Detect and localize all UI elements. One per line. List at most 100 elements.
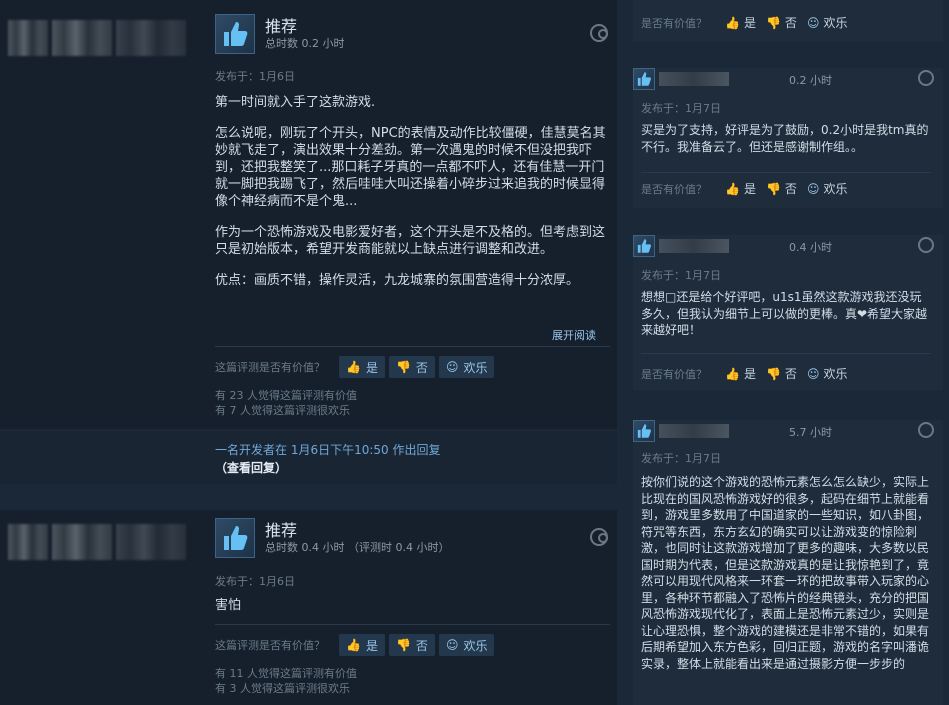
review-body: 第一时间就入手了这款游戏. 怎么说呢，刚玩了个开头，NPC的表情及动作比较僵硬，… <box>215 94 610 303</box>
steam-icon <box>918 422 934 438</box>
vote-yes-button[interactable]: 👍 是 <box>339 634 385 656</box>
posted-date: 发布于：1月7日 <box>641 269 721 282</box>
review-paragraph: 作为一个恐怖游戏及电影爱好者，这个开头是不及格的。但考虑到这只是初始版本，希望开… <box>215 225 606 257</box>
vote-funny-button[interactable]: ☺ 欢乐 <box>807 365 848 382</box>
review-body: 买是为了支持，好评是为了鼓励，0.2小时是我tm真的不行。我准备云了。但还是感谢… <box>641 123 929 154</box>
review-header: 推荐 总时数 0.2 小时 <box>215 14 345 54</box>
view-reply-link[interactable]: （查看回复） <box>215 459 287 476</box>
vote-yes-button[interactable]: 👍 是 <box>725 365 756 382</box>
vote-no-button[interactable]: 👎 否 <box>388 356 435 378</box>
thumbs-up-icon: 👍 <box>346 638 361 652</box>
divider <box>215 624 610 625</box>
steam-icon <box>918 237 934 253</box>
review-card-small: 是否有价值？ 👍 是 👎 否 ☺ 欢乐 <box>633 0 943 42</box>
developer-reply-line: 一名开发者在 1月6日下午10:50 作出回复 <box>215 443 441 457</box>
review-paragraph: 怎么说呢，刚玩了个开头，NPC的表情及动作比较僵硬，佳慧莫名其妙就飞走了，演出效… <box>215 126 606 209</box>
funny-count: 有 3 人觉得这篇评测很欢乐 <box>215 682 350 695</box>
thumbs-down-icon: 👎 <box>395 360 411 374</box>
thumbs-up-icon <box>633 235 655 257</box>
vote-no-button[interactable]: 👎 否 <box>766 14 797 31</box>
helpful-count: 有 23 人觉得这篇评测有价值 <box>215 389 357 402</box>
review-paragraph: 第一时间就入手了这款游戏. <box>215 95 376 110</box>
vote-yes-button[interactable]: 👍 是 <box>725 180 756 197</box>
vote-funny-button[interactable]: ☺ 欢乐 <box>438 634 495 656</box>
review-header: 5.7 小时 <box>633 420 943 442</box>
thumbs-up-icon: 👍 <box>725 15 740 30</box>
thumbs-down-icon: 👎 <box>765 366 781 381</box>
smiley-icon: ☺ <box>806 366 820 381</box>
thumbs-up-icon <box>215 518 255 558</box>
review-body: 想想□还是给个好评吧，u1s1虽然这款游戏我还没玩多久，但我认为细节上可以做的更… <box>641 290 928 337</box>
playtime: 5.7 小时 <box>789 426 832 439</box>
vote-funny-button[interactable]: ☺ 欢乐 <box>438 356 495 378</box>
vote-no-button[interactable]: 👎 否 <box>388 634 435 656</box>
review-body: 按你们说的这个游戏的恐怖元素怎么怎么缺少，实际上比现在的国风恐怖游戏好的很多，起… <box>641 475 930 671</box>
recommend-label: 推荐 <box>265 16 298 36</box>
divider <box>215 346 610 347</box>
vote-funny-button[interactable]: ☺ 欢乐 <box>807 180 848 197</box>
reviewer-avatar[interactable] <box>8 18 198 58</box>
posted-date: 发布于：1月7日 <box>641 102 721 115</box>
review-body: 害怕 <box>215 598 242 613</box>
funny-count: 有 7 人觉得这篇评测很欢乐 <box>215 404 350 417</box>
vote-no-button[interactable]: 👎 否 <box>766 180 797 197</box>
recent-reviews-column: 是否有价值？ 👍 是 👎 否 ☺ 欢乐 0.2 小时 发布于：1月7日 买是为了支持，… <box>625 0 949 705</box>
review-card: 推荐 总时数 0.4 小时 （评测时 0.4 小时） 发布于：1月6日 害怕 这… <box>0 510 617 705</box>
review-header: 推荐 总时数 0.4 小时 （评测时 0.4 小时） <box>215 518 449 558</box>
steam-icon <box>918 70 934 86</box>
steam-icon <box>590 24 608 42</box>
smiley-icon: ☺ <box>445 638 459 652</box>
posted-date: 发布于：1月7日 <box>641 452 721 465</box>
review-header: 0.2 小时 <box>633 68 943 90</box>
vote-bar: 是否有价值？ 👍 是 👎 否 ☺ 欢乐 <box>641 180 847 197</box>
helpful-question: 是否有价值？ <box>641 182 707 196</box>
reviewer-name[interactable] <box>659 239 729 253</box>
reviews-column: 推荐 总时数 0.2 小时 发布于：1月6日 第一时间就入手了这款游戏. 怎么说… <box>0 0 617 705</box>
thumbs-down-icon: 👎 <box>765 15 781 30</box>
thumbs-up-icon: 👍 <box>725 366 740 381</box>
posted-date: 发布于：1月6日 <box>215 70 295 83</box>
vote-bar: 是否有价值？ 👍 是 👎 否 ☺ 欢乐 <box>641 14 847 31</box>
helpful-question: 这篇评测是否有价值？ <box>215 639 325 652</box>
text-fade <box>215 295 610 325</box>
vote-bar: 这篇评测是否有价值？ 👍 是 👎 否 ☺ 欢乐 <box>215 634 495 656</box>
thumbs-up-icon <box>633 68 655 90</box>
review-card-small: 0.2 小时 发布于：1月7日 买是为了支持，好评是为了鼓励，0.2小时是我tm… <box>633 68 943 208</box>
review-card-small: 5.7 小时 发布于：1月7日 按你们说的这个游戏的恐怖元素怎么怎么缺少，实际上… <box>633 420 943 705</box>
steam-icon <box>590 528 608 546</box>
helpful-question: 这篇评测是否有价值？ <box>215 361 325 374</box>
thumbs-down-icon: 👎 <box>395 638 411 652</box>
expand-link[interactable]: 展开阅读 <box>552 327 596 343</box>
helpful-question: 是否有价值？ <box>641 16 707 30</box>
smiley-icon: ☺ <box>806 181 820 196</box>
helpful-question: 是否有价值？ <box>641 367 707 381</box>
playtime: 0.4 小时 <box>789 241 832 254</box>
vote-yes-button[interactable]: 👍 是 <box>339 356 385 378</box>
vote-yes-button[interactable]: 👍 是 <box>725 14 756 31</box>
thumbs-up-icon: 👍 <box>725 181 740 196</box>
reviewer-avatar[interactable] <box>8 522 198 562</box>
review-card: 推荐 总时数 0.2 小时 发布于：1月6日 第一时间就入手了这款游戏. 怎么说… <box>0 0 617 429</box>
text-fade <box>633 668 943 705</box>
helpful-count: 有 11 人觉得这篇评测有价值 <box>215 667 357 680</box>
review-card-small: 0.4 小时 发布于：1月7日 想想□还是给个好评吧，u1s1虽然这款游戏我还没… <box>633 235 943 390</box>
vote-funny-button[interactable]: ☺ 欢乐 <box>807 14 848 31</box>
divider <box>641 172 931 173</box>
recommend-label: 推荐 <box>265 520 298 540</box>
review-header: 0.4 小时 <box>633 235 943 257</box>
vote-bar: 这篇评测是否有价值？ 👍 是 👎 否 ☺ 欢乐 <box>215 356 495 378</box>
smiley-icon: ☺ <box>806 15 820 30</box>
smiley-icon: ☺ <box>445 360 459 374</box>
review-paragraph: 优点：画质不错，操作灵活，九龙城寨的氛围营造得十分浓厚。 <box>215 273 580 288</box>
reviewer-name[interactable] <box>659 72 729 86</box>
reviewer-name[interactable] <box>659 424 729 438</box>
playtime: 总时数 0.4 小时 （评测时 0.4 小时） <box>265 540 450 554</box>
thumbs-up-icon <box>633 420 655 442</box>
vote-no-button[interactable]: 👎 否 <box>766 365 797 382</box>
posted-date: 发布于：1月6日 <box>215 575 295 588</box>
thumbs-down-icon: 👎 <box>765 181 781 196</box>
thumbs-up-icon <box>215 14 255 54</box>
vote-bar: 是否有价值？ 👍 是 👎 否 ☺ 欢乐 <box>641 365 847 382</box>
playtime: 总时数 0.2 小时 <box>265 36 345 50</box>
thumbs-up-icon: 👍 <box>346 360 361 374</box>
